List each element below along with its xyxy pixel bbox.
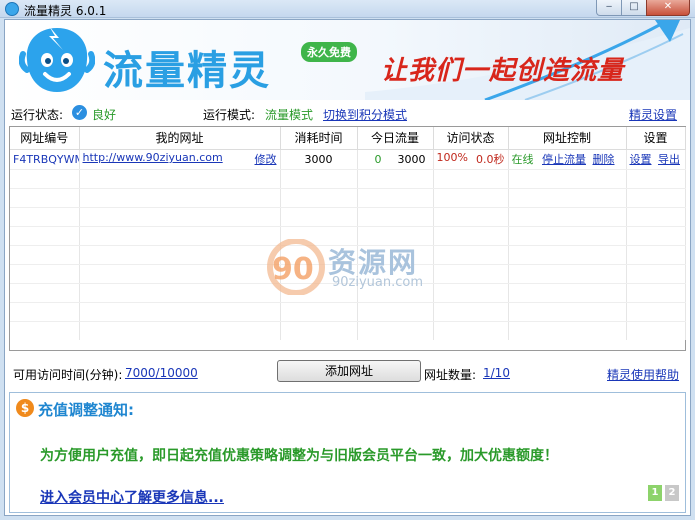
- help-link[interactable]: 精灵使用帮助: [607, 366, 679, 383]
- member-center-link[interactable]: 进入会员中心了解更多信息...: [40, 487, 224, 507]
- table-row: [10, 264, 686, 284]
- brand-title: 流量精灵: [103, 48, 271, 94]
- check-icon: ✓: [72, 105, 87, 120]
- col-header-traffic[interactable]: 今日流量: [357, 127, 434, 150]
- status-row: 运行状态: ✓ 良好 运行模式: 流量模式 切换到积分模式 精灵设置: [5, 102, 690, 124]
- table-row: [10, 169, 686, 189]
- minimize-button[interactable]: ‒: [596, 0, 622, 16]
- banner: 流量精灵 永久免费 让我们一起创造流量: [5, 20, 690, 100]
- table-row: [10, 207, 686, 227]
- edit-link[interactable]: 修改: [255, 151, 277, 167]
- run-mode-label: 运行模式:: [203, 108, 256, 122]
- seconds-value: 0.0秒: [476, 153, 505, 166]
- notice-body: 为方便用户充值，即日起充值优惠策略调整为与旧版会员平台一致，加大优惠额度！: [40, 448, 558, 464]
- close-button[interactable]: ✕: [646, 0, 690, 16]
- add-url-button[interactable]: 添加网址: [277, 360, 421, 382]
- table-row: [10, 283, 686, 303]
- table-row: [10, 302, 686, 322]
- col-header-status[interactable]: 访问状态: [433, 127, 509, 150]
- notice-title: 充值调整通知:: [38, 401, 134, 419]
- run-state-label: 运行状态:: [11, 108, 64, 122]
- col-header-time[interactable]: 消耗时间: [280, 127, 358, 150]
- available-time-label: 可用访问时间(分钟):: [13, 368, 123, 382]
- mascot-logo-icon: [19, 26, 95, 92]
- url-id[interactable]: F4TRBQYWMR: [13, 153, 78, 166]
- table-row: [10, 245, 686, 265]
- maximize-button[interactable]: □: [621, 0, 647, 16]
- slogan-area: 让我们一起创造流量: [365, 20, 690, 100]
- table-row: [10, 321, 686, 340]
- slogan: 让我们一起创造流量: [381, 56, 625, 86]
- export-link[interactable]: 导出: [658, 153, 680, 166]
- time-cell: 3000: [280, 149, 358, 170]
- notice-page-2[interactable]: 2: [665, 485, 679, 501]
- online-status: 在线: [511, 153, 534, 166]
- url-table: 网址编号 我的网址 消耗时间 今日流量 访问状态 网址控制 设置 F4TRBQY…: [9, 126, 686, 351]
- window-title: 流量精灵 6.0.1: [24, 4, 107, 18]
- col-header-settings[interactable]: 设置: [626, 127, 686, 150]
- url-count-link[interactable]: 1/10: [483, 366, 510, 380]
- notice-panel: $ 充值调整通知: 为方便用户充值，即日起充值优惠策略调整为与旧版会员平台一致，…: [9, 392, 686, 513]
- run-mode-value: 流量模式: [265, 108, 314, 122]
- traffic-a: 0: [374, 152, 382, 166]
- traffic-b: 3000: [397, 152, 426, 166]
- row-settings-link[interactable]: 设置: [630, 153, 652, 166]
- main-window: 流量精灵 永久免费 让我们一起创造流量 运行状态: ✓ 良好 运行模式: 流量模…: [4, 19, 691, 516]
- notice-page-1[interactable]: 1: [648, 485, 662, 501]
- table-row: [10, 188, 686, 208]
- table-row: [10, 226, 686, 246]
- run-state-value: 良好: [92, 108, 117, 122]
- delete-link[interactable]: 删除: [593, 153, 615, 166]
- col-header-id[interactable]: 网址编号: [10, 127, 80, 150]
- table-header: 网址编号 我的网址 消耗时间 今日流量 访问状态 网址控制 设置: [10, 127, 686, 150]
- url-count-label: 网址数量:: [424, 368, 477, 382]
- app-icon: [5, 2, 19, 16]
- switch-mode-link[interactable]: 切换到积分模式: [323, 106, 407, 123]
- free-badge: 永久免费: [301, 42, 357, 62]
- col-header-url[interactable]: 我的网址: [79, 127, 281, 150]
- col-header-control[interactable]: 网址控制: [508, 127, 627, 150]
- dollar-icon: $: [16, 399, 34, 417]
- table-row[interactable]: F4TRBQYWMR http://www.90ziyuan.com 修改 30…: [10, 149, 686, 170]
- stop-traffic-link[interactable]: 停止流量: [542, 153, 586, 166]
- title-bar: 流量精灵 6.0.1 ‒ □ ✕: [0, 0, 695, 18]
- url-link[interactable]: http://www.90ziyuan.com: [83, 151, 223, 164]
- bottom-controls: 可用访问时间(分钟): 7000/10000 添加网址 网址数量: 1/10 精…: [5, 360, 690, 386]
- available-time-link[interactable]: 7000/10000: [125, 366, 198, 380]
- percent-value: 100%: [436, 151, 468, 164]
- settings-link[interactable]: 精灵设置: [629, 106, 677, 123]
